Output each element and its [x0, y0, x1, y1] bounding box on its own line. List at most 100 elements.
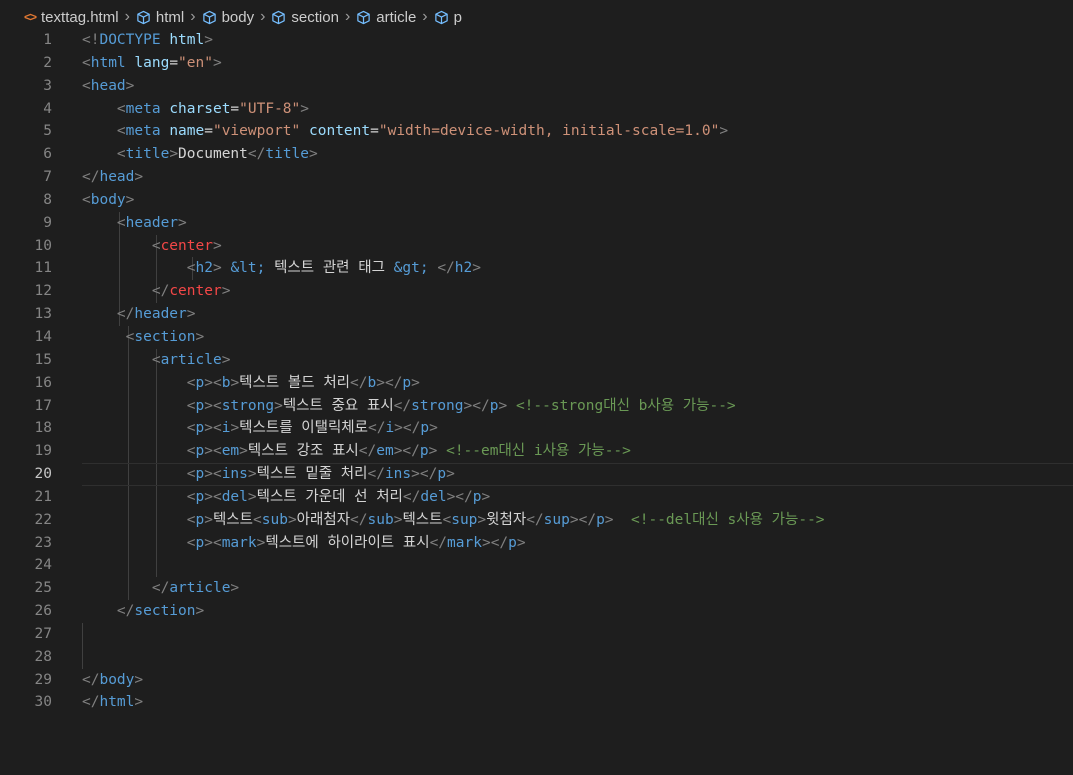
- code-text: <body>: [82, 191, 135, 208]
- code-line[interactable]: 28: [0, 645, 1073, 669]
- code-editor[interactable]: 1 <!DOCTYPE html> 2 <html lang="en"> 3 <head>…: [0, 29, 1073, 714]
- code-line[interactable]: 18 <p><i>텍스트를 이탤릭체로</i></p>: [0, 417, 1073, 441]
- breadcrumb-file[interactable]: <> texttag.html: [24, 9, 119, 26]
- indent-guide: [155, 554, 157, 578]
- line-number: 4: [43, 100, 52, 117]
- indent-guide: [82, 645, 83, 669]
- element-cube-icon: [357, 10, 371, 24]
- line-number: 10: [34, 237, 52, 254]
- code-text: <p><b>텍스트 볼드 처리</b></p>: [186, 374, 420, 391]
- code-line[interactable]: 13 </header>: [0, 303, 1073, 326]
- code-line[interactable]: 12 </center>: [0, 280, 1073, 304]
- line-number: 18: [34, 420, 52, 437]
- code-text: <center>: [151, 237, 222, 254]
- code-line[interactable]: 10 <center>: [0, 234, 1073, 258]
- code-text: <p><del>텍스트 가운데 선 처리</del></p>: [186, 488, 491, 505]
- chevron-right-icon: ›: [344, 8, 351, 25]
- code-text: </section>: [116, 603, 205, 620]
- breadcrumb-item-label: html: [155, 8, 185, 26]
- breadcrumb-item-article[interactable]: article: [356, 9, 416, 26]
- code-line[interactable]: 19 <p><em>텍스트 강조 표시</em></p> <!--em대신 i사…: [0, 440, 1073, 464]
- line-number: 22: [34, 511, 52, 528]
- line-number: 11: [34, 260, 52, 277]
- code-line[interactable]: 20 <p><ins>텍스트 밑줄 처리</ins></p>: [0, 463, 1073, 486]
- line-number: 2: [43, 54, 52, 71]
- line-number: 16: [34, 374, 52, 391]
- line-number: 24: [34, 557, 52, 574]
- breadcrumb-item-html[interactable]: html: [136, 9, 184, 26]
- line-number: 29: [34, 671, 52, 688]
- code-text: </body>: [82, 671, 144, 688]
- indent-guide: [128, 554, 129, 578]
- code-text: <article>: [151, 351, 231, 368]
- line-number: 1: [43, 32, 52, 48]
- line-number: 15: [34, 351, 52, 368]
- breadcrumb-item-p[interactable]: p: [434, 9, 462, 26]
- line-number: 7: [43, 169, 52, 186]
- line-number: 3: [43, 77, 52, 94]
- chevron-right-icon: ›: [190, 8, 196, 25]
- line-number: 30: [34, 694, 52, 711]
- line-number: 26: [34, 603, 52, 620]
- code-line[interactable]: 21 <p><del>텍스트 가운데 선 처리</del></p>: [0, 485, 1073, 509]
- code-line[interactable]: 8 <body>: [0, 189, 1073, 212]
- code-text: </article>: [151, 580, 240, 597]
- chevron-right-icon: ›: [260, 8, 266, 25]
- code-line[interactable]: 17 <p><strong>텍스트 중요 표시</strong></p> <!-…: [0, 394, 1073, 418]
- element-cube-icon: [272, 10, 286, 24]
- code-line[interactable]: 22 <p>텍스트<sub>아래첨자</sub>텍스트<sup>윗첨자</sup…: [0, 508, 1073, 532]
- code-text: <p><strong>텍스트 중요 표시</strong></p> <!--st…: [186, 397, 736, 414]
- line-number: 12: [34, 283, 52, 300]
- element-cube-icon: [137, 10, 150, 24]
- code-text: </center>: [151, 283, 231, 300]
- element-cube-icon: [434, 10, 448, 24]
- code-line[interactable]: 5 <meta name="viewport" content="width=d…: [0, 120, 1073, 143]
- code-line[interactable]: 25 </article>: [0, 577, 1073, 601]
- breadcrumb-item-label: article: [376, 8, 417, 26]
- code-text: <p><ins>텍스트 밑줄 처리</ins></p>: [186, 466, 455, 483]
- code-line[interactable]: 4 <meta charset="UTF-8">: [0, 98, 1073, 121]
- element-cube-icon: [202, 10, 216, 24]
- code-line[interactable]: 23 <p><mark>텍스트에 하이라이트 표시</mark></p>: [0, 531, 1073, 555]
- breadcrumb-item-body[interactable]: body: [202, 9, 254, 26]
- code-line[interactable]: 30 </html>: [0, 691, 1073, 714]
- line-number: 28: [34, 648, 52, 665]
- code-line[interactable]: 11 <h2> &lt; 텍스트 관련 태그 &gt; </h2>: [0, 257, 1073, 281]
- breadcrumb-file-label: texttag.html: [41, 8, 119, 26]
- code-text: <header>: [116, 214, 187, 231]
- code-line[interactable]: 1 <!DOCTYPE html>: [0, 29, 1073, 52]
- code-line[interactable]: 7 </head>: [0, 166, 1073, 189]
- code-text: <p>텍스트<sub>아래첨자</sub>텍스트<sup>윗첨자</sup></…: [186, 511, 825, 528]
- line-number: 19: [34, 443, 52, 460]
- line-number: 21: [34, 488, 52, 505]
- code-text: <p><i>텍스트를 이탤릭체로</i></p>: [186, 420, 438, 437]
- code-text: <meta name="viewport" content="width=dev…: [116, 123, 729, 140]
- chevron-right-icon: ›: [124, 8, 130, 25]
- code-line[interactable]: 29 </body>: [0, 669, 1073, 692]
- code-line[interactable]: 2 <html lang="en">: [0, 52, 1073, 75]
- chevron-right-icon: ›: [422, 8, 428, 25]
- code-text: <!DOCTYPE html>: [82, 32, 213, 48]
- line-number: 8: [43, 191, 52, 208]
- line-number: 5: [43, 123, 52, 140]
- html-file-icon: <>: [24, 10, 37, 24]
- line-number: 20: [34, 466, 52, 483]
- line-number: 13: [34, 306, 52, 323]
- breadcrumb-item-section[interactable]: section: [271, 9, 339, 26]
- code-text: <p><mark>텍스트에 하이라이트 표시</mark></p>: [186, 534, 526, 551]
- code-line[interactable]: 24: [0, 554, 1073, 578]
- breadcrumb-item-label: p: [453, 8, 462, 26]
- code-line[interactable]: 16 <p><b>텍스트 볼드 처리</b></p>: [0, 371, 1073, 395]
- line-number: 6: [43, 146, 52, 163]
- code-line[interactable]: 14 <section>: [0, 325, 1073, 349]
- code-line[interactable]: 27: [0, 622, 1073, 646]
- code-line[interactable]: 15 <article>: [0, 348, 1073, 372]
- code-line[interactable]: 6 <title>Document</title>: [0, 143, 1073, 166]
- code-text: </html>: [82, 694, 144, 711]
- code-line[interactable]: 26 </section>: [0, 600, 1073, 623]
- code-text: <h2> &lt; 텍스트 관련 태그 &gt; </h2>: [186, 260, 481, 277]
- code-line[interactable]: 3 <head>: [0, 75, 1073, 98]
- line-number: 27: [34, 625, 52, 642]
- code-text: <head>: [82, 77, 135, 94]
- code-line[interactable]: 9 <header>: [0, 211, 1073, 235]
